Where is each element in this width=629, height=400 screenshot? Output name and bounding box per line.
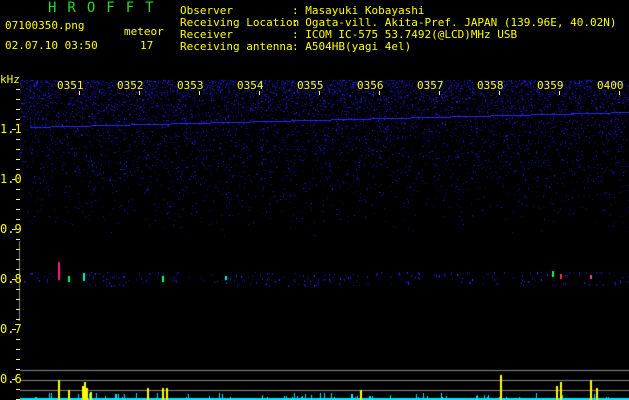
y-axis-tick (16, 269, 20, 270)
y-axis-tick (16, 169, 20, 170)
y-axis-tick (16, 309, 20, 310)
time-tick (499, 91, 500, 95)
y-axis-tick (16, 339, 20, 340)
y-axis-tick (16, 389, 20, 390)
y-axis-tick (16, 189, 20, 190)
file-name: 07100350.png (5, 19, 85, 32)
info-label: Receiving antenna (180, 40, 293, 53)
y-axis-tick (12, 329, 16, 330)
time-tick (199, 91, 200, 95)
y-axis-tick (16, 359, 20, 360)
time-tick (379, 91, 380, 95)
y-axis-tick (16, 219, 20, 220)
spectrogram (0, 0, 629, 400)
y-axis-tick (16, 239, 20, 240)
y-axis-label: 0.8 (0, 272, 22, 286)
y-axis-tick (12, 229, 16, 230)
y-axis-tick (16, 149, 20, 150)
y-axis-label: 1.0 (0, 172, 22, 186)
time-tick (139, 91, 140, 95)
y-axis-tick (16, 289, 20, 290)
time-tick (319, 91, 320, 95)
y-axis-tick (12, 179, 16, 180)
y-axis-label: 0.7 (0, 322, 22, 336)
time-tick (259, 91, 260, 95)
time-tick (619, 91, 620, 95)
y-axis-tick (16, 349, 20, 350)
y-axis-tick (16, 319, 20, 320)
y-axis-tick (16, 199, 20, 200)
y-axis-tick (16, 89, 20, 90)
y-axis-label: 0.6 (0, 372, 22, 386)
y-axis-tick (16, 109, 20, 110)
meteor-label: meteor (124, 25, 164, 38)
y-axis-label: 1.1 (0, 122, 22, 136)
y-axis-tick (16, 209, 20, 210)
meteor-count: 17 (140, 39, 154, 52)
y-axis-tick (16, 159, 20, 160)
info-value: : A504HB(yagi 4el) (292, 40, 412, 53)
y-axis-tick (12, 129, 16, 130)
app-title: HROFFT (48, 0, 165, 16)
y-axis-tick (16, 249, 20, 250)
y-axis-label: 0.9 (0, 222, 22, 236)
datetime: 02.07.10 03:50 (5, 39, 98, 52)
y-axis-tick (16, 99, 20, 100)
y-axis-unit: kHz (0, 73, 20, 86)
y-axis-tick (12, 279, 16, 280)
y-axis-tick (16, 259, 20, 260)
y-axis-tick (16, 139, 20, 140)
y-axis-tick (16, 299, 20, 300)
y-axis-tick (16, 119, 20, 120)
time-tick (79, 91, 80, 95)
antenna-value: A504HB(yagi 4el) (305, 40, 412, 53)
time-tick (559, 91, 560, 95)
y-axis-tick (12, 379, 16, 380)
time-tick (439, 91, 440, 95)
y-axis-tick (16, 369, 20, 370)
